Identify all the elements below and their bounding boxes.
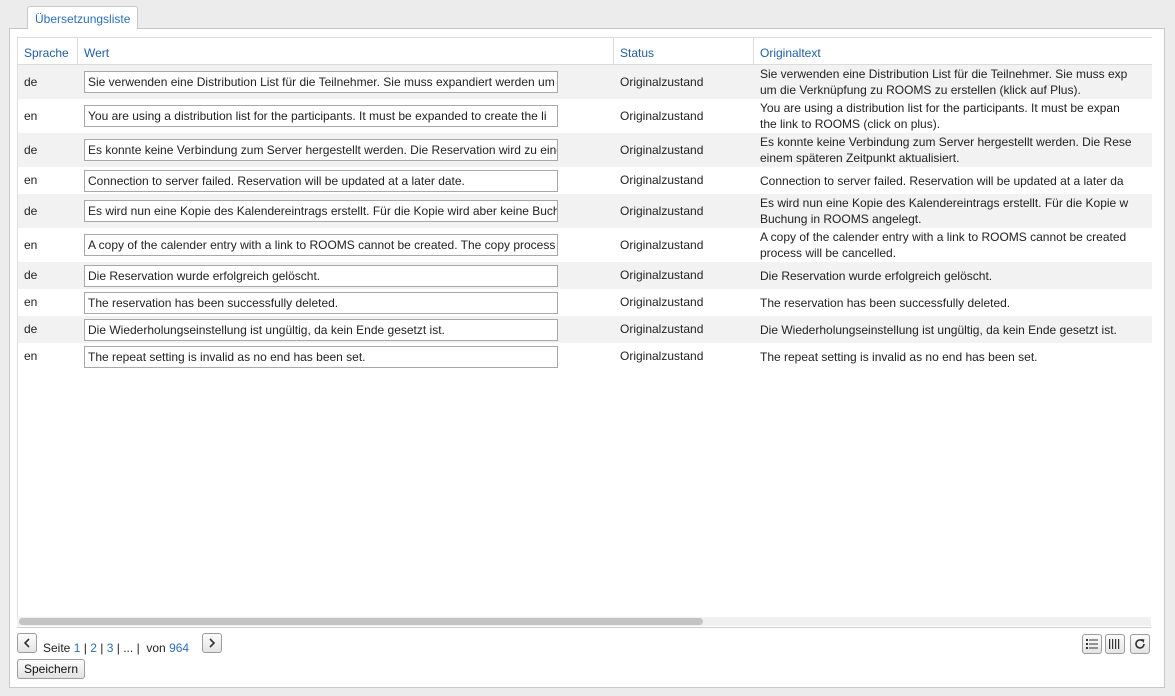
status-cell: Originalzustand bbox=[620, 268, 704, 282]
status-cell: Originalzustand bbox=[620, 238, 704, 252]
list-view-button[interactable] bbox=[1082, 634, 1102, 654]
of-label: von bbox=[146, 641, 166, 655]
language-cell: en bbox=[24, 109, 38, 123]
status-cell: Originalzustand bbox=[620, 173, 704, 187]
refresh-icon bbox=[1135, 639, 1145, 649]
scrollbar-thumb[interactable] bbox=[19, 618, 703, 625]
original-text-line: Es wird nun eine Kopie des Kalendereintr… bbox=[760, 196, 1129, 210]
prev-page-button[interactable] bbox=[17, 633, 37, 653]
table-row[interactable]: en The repeat setting is invalid as no en… bbox=[18, 343, 1152, 370]
language-cell: de bbox=[24, 143, 38, 157]
page-label: Seite bbox=[43, 641, 71, 655]
table-row[interactable]: de Die Reservation wurde erfolgreich gelö… bbox=[18, 262, 1152, 289]
value-input[interactable]: You are using a distribution list for th… bbox=[84, 105, 558, 127]
original-text-line: process will be cancelled. bbox=[760, 246, 897, 260]
original-text-line: Die Reservation wurde erfolgreich gelösc… bbox=[760, 269, 993, 283]
language-cell: en bbox=[24, 173, 38, 187]
status-cell: Originalzustand bbox=[620, 295, 704, 309]
chevron-right-icon bbox=[209, 638, 216, 648]
value-input[interactable]: The repeat setting is invalid as no end … bbox=[84, 346, 558, 368]
value-input[interactable]: Die Reservation wurde erfolgreich gelösc… bbox=[84, 265, 558, 287]
table-row[interactable]: en Connection to server failed. Reservati… bbox=[18, 167, 1152, 194]
next-page-button[interactable] bbox=[202, 633, 222, 653]
original-text-cell: Die Reservation wurde erfolgreich gelösc… bbox=[760, 268, 1152, 284]
table-row[interactable]: en The reservation has been successfully … bbox=[18, 289, 1152, 316]
page-separator: | bbox=[100, 641, 104, 655]
page-link-3[interactable]: 3 bbox=[107, 641, 114, 655]
original-text-cell: You are using a distribution list for th… bbox=[760, 100, 1152, 132]
original-text-line: Buchung in ROOMS angelegt. bbox=[760, 212, 922, 226]
original-text-line: um die Verknüpfung zu ROOMS zu erstellen… bbox=[760, 83, 1081, 97]
original-text-cell: Sie verwenden eine Distribution List für… bbox=[760, 66, 1152, 98]
divider bbox=[17, 627, 1151, 628]
language-cell: en bbox=[24, 238, 38, 252]
page-separator: | bbox=[116, 641, 120, 655]
original-text-line: Connection to server failed. Reservation… bbox=[760, 174, 1124, 188]
columns-icon bbox=[1109, 639, 1120, 649]
pagination: Seite 1 | 2 | 3 | ... | von 964 bbox=[43, 640, 189, 656]
status-cell: Originalzustand bbox=[620, 349, 704, 363]
column-view-button[interactable] bbox=[1105, 634, 1125, 654]
value-input[interactable]: Die Wiederholungseinstellung ist ungülti… bbox=[84, 319, 558, 341]
original-text-cell: Die Wiederholungseinstellung ist ungülti… bbox=[760, 322, 1152, 338]
original-text-cell: The reservation has been successfully de… bbox=[760, 295, 1152, 311]
tab-uebersetzungsliste[interactable]: Übersetzungsliste bbox=[27, 6, 139, 29]
value-input[interactable]: A copy of the calender entry with a link… bbox=[84, 234, 558, 256]
original-text-line: The repeat setting is invalid as no end … bbox=[760, 350, 1038, 364]
table-row[interactable]: de Sie verwenden eine Distribution List f… bbox=[18, 65, 1152, 99]
status-cell: Originalzustand bbox=[620, 204, 704, 218]
value-input[interactable]: Sie verwenden eine Distribution List für… bbox=[84, 71, 558, 93]
page-ellipsis: ... bbox=[123, 641, 134, 655]
save-button[interactable]: Speichern bbox=[17, 659, 85, 679]
value-input[interactable]: Es konnte keine Verbindung zum Server he… bbox=[84, 139, 558, 161]
original-text-line: Sie verwenden eine Distribution List für… bbox=[760, 67, 1128, 81]
table-row[interactable]: de Es wird nun eine Kopie des Kalenderein… bbox=[18, 194, 1152, 228]
page-separator: | bbox=[136, 641, 140, 655]
page-separator: | bbox=[83, 641, 87, 655]
status-cell: Originalzustand bbox=[620, 143, 704, 157]
original-text-cell: The repeat setting is invalid as no end … bbox=[760, 349, 1152, 365]
original-text-cell: A copy of the calender entry with a link… bbox=[760, 229, 1152, 261]
column-header-value[interactable]: Wert bbox=[78, 38, 614, 64]
language-cell: en bbox=[24, 295, 38, 309]
page-link-2[interactable]: 2 bbox=[90, 641, 97, 655]
total-pages-link[interactable]: 964 bbox=[169, 641, 189, 655]
column-header-original[interactable]: Originaltext bbox=[754, 38, 1152, 64]
translation-panel: Sprache Wert Status Originaltext de Sie v… bbox=[9, 28, 1165, 688]
original-text-line: The reservation has been successfully de… bbox=[760, 296, 1011, 310]
status-cell: Originalzustand bbox=[620, 75, 704, 89]
status-cell: Originalzustand bbox=[620, 109, 704, 123]
original-text-cell: Connection to server failed. Reservation… bbox=[760, 173, 1152, 189]
original-text-line: You are using a distribution list for th… bbox=[760, 101, 1120, 115]
language-cell: de bbox=[24, 75, 38, 89]
grid-header: Sprache Wert Status Originaltext bbox=[18, 38, 1152, 65]
original-text-line: the link to ROOMS (click on plus). bbox=[760, 117, 941, 131]
language-cell: de bbox=[24, 322, 38, 336]
original-text-line: einem späteren Zeitpunkt aktualisiert. bbox=[760, 151, 960, 165]
table-row[interactable]: de Die Wiederholungseinstellung ist ungül… bbox=[18, 316, 1152, 343]
column-header-status[interactable]: Status bbox=[614, 38, 754, 64]
original-text-cell: Es wird nun eine Kopie des Kalendereintr… bbox=[760, 195, 1152, 227]
table-row[interactable]: de Es konnte keine Verbindung zum Server … bbox=[18, 133, 1152, 167]
chevron-left-icon bbox=[23, 638, 30, 648]
horizontal-scrollbar[interactable] bbox=[17, 617, 1151, 626]
original-text-line: A copy of the calender entry with a link… bbox=[760, 230, 1127, 244]
language-cell: de bbox=[24, 204, 38, 218]
translation-grid: Sprache Wert Status Originaltext de Sie v… bbox=[17, 37, 1152, 618]
original-text-cell: Es konnte keine Verbindung zum Server he… bbox=[760, 134, 1152, 166]
language-cell: de bbox=[24, 268, 38, 282]
language-cell: en bbox=[24, 349, 38, 363]
value-input[interactable]: Connection to server failed. Reservation… bbox=[84, 170, 558, 192]
original-text-line: Die Wiederholungseinstellung ist ungülti… bbox=[760, 323, 1117, 337]
original-text-line: Es konnte keine Verbindung zum Server he… bbox=[760, 135, 1132, 149]
refresh-button[interactable] bbox=[1130, 634, 1150, 654]
table-row[interactable]: en A copy of the calender entry with a li… bbox=[18, 228, 1152, 262]
column-header-language[interactable]: Sprache bbox=[18, 38, 78, 64]
status-cell: Originalzustand bbox=[620, 322, 704, 336]
list-view-icon bbox=[1086, 639, 1098, 649]
table-row[interactable]: en You are using a distribution list for … bbox=[18, 99, 1152, 133]
value-input[interactable]: Es wird nun eine Kopie des Kalendereintr… bbox=[84, 200, 558, 222]
page-link-1[interactable]: 1 bbox=[74, 641, 81, 655]
value-input[interactable]: The reservation has been successfully de… bbox=[84, 292, 558, 314]
